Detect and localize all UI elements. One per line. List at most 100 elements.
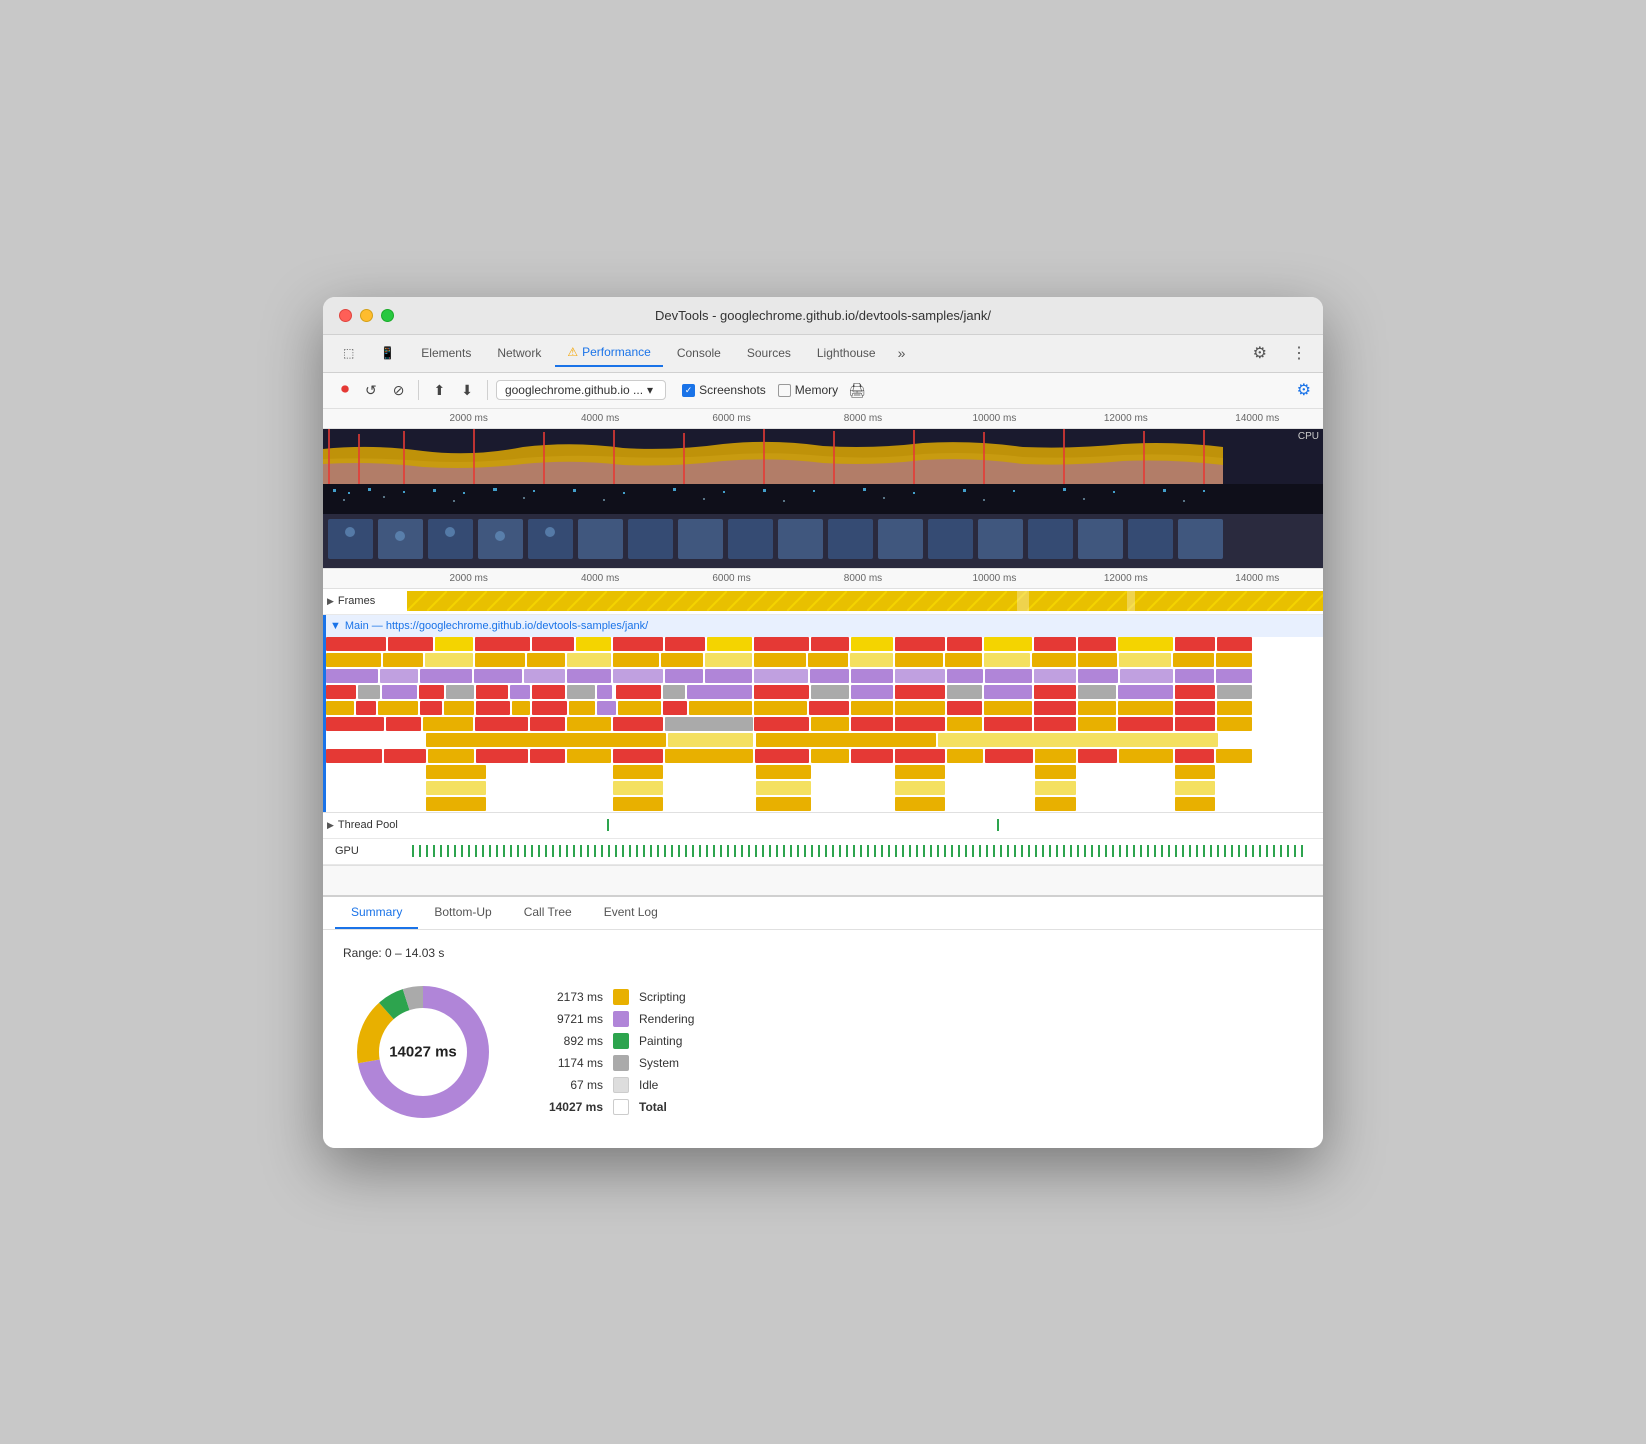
ruler2-14000: 14000 ms: [1192, 573, 1323, 584]
tab-call-tree[interactable]: Call Tree: [508, 897, 588, 929]
cpu-overview-row[interactable]: CPU: [323, 429, 1323, 484]
legend-swatch-system: [613, 1055, 629, 1071]
thread-pool-label: Thread Pool: [338, 819, 398, 831]
frames-label: Frames: [338, 595, 375, 607]
legend-swatch-idle: [613, 1077, 629, 1093]
flame-chart[interactable]: [323, 637, 1323, 812]
legend-label-system: System: [639, 1056, 679, 1070]
tab-right-actions: ⚙ ⋮: [1245, 339, 1315, 367]
tab-device-icon[interactable]: 📱: [368, 340, 407, 366]
cpu-chart-svg: [323, 429, 1323, 484]
thread-pool-svg: [407, 817, 1323, 833]
screenshots-label: Screenshots: [699, 383, 766, 397]
ruler-marks-top: 2000 ms 4000 ms 6000 ms 8000 ms 10000 ms…: [323, 413, 1323, 424]
ruler-mark-10000: 10000 ms: [929, 413, 1060, 424]
legend-ms-painting: 892 ms: [543, 1034, 603, 1048]
donut-chart: 14027 ms: [343, 972, 503, 1132]
window-title: DevTools - googlechrome.github.io/devtoo…: [655, 308, 991, 323]
tab-more-button[interactable]: »: [890, 341, 914, 365]
tab-summary-label: Summary: [351, 905, 402, 919]
clear-button[interactable]: 🖨: [842, 379, 872, 402]
flame-chart-svg: [326, 637, 1323, 812]
divider2: [487, 380, 488, 400]
url-text: googlechrome.github.io ...: [505, 383, 643, 397]
range-display: Range: 0 – 14.03 s: [343, 946, 1303, 960]
legend-row-rendering: 9721 ms Rendering: [543, 1011, 694, 1027]
download-button[interactable]: ⬇: [455, 379, 479, 402]
toolbar-right: ⚙: [1297, 380, 1311, 400]
frames-track-svg: [407, 591, 1323, 611]
tab-lighthouse-label: Lighthouse: [817, 346, 876, 360]
menu-button[interactable]: ⋮: [1283, 339, 1315, 367]
tab-console[interactable]: Console: [665, 340, 733, 366]
ruler-mark-14000: 14000 ms: [1192, 413, 1323, 424]
close-button[interactable]: [339, 309, 352, 322]
tab-event-log[interactable]: Event Log: [588, 897, 674, 929]
ruler-mark-2000: 2000 ms: [403, 413, 534, 424]
timeline-ruler-top: 2000 ms 4000 ms 6000 ms 8000 ms 10000 ms…: [323, 409, 1323, 429]
net-chart-svg: [323, 484, 1323, 514]
stop-button[interactable]: ⊘: [387, 379, 411, 402]
tab-call-tree-label: Call Tree: [524, 905, 572, 919]
ruler2-8000: 8000 ms: [797, 573, 928, 584]
tab-elements[interactable]: Elements: [409, 340, 483, 366]
legend-ms-scripting: 2173 ms: [543, 990, 603, 1004]
gpu-label-container: GPU: [327, 845, 407, 857]
donut-ms-text: 14027 ms: [389, 1043, 457, 1060]
minimize-button[interactable]: [360, 309, 373, 322]
upload-button[interactable]: ⬆: [427, 379, 451, 402]
legend-row-system: 1174 ms System: [543, 1055, 694, 1071]
tab-bottom-up[interactable]: Bottom-Up: [418, 897, 507, 929]
legend-swatch-rendering: [613, 1011, 629, 1027]
title-bar: DevTools - googlechrome.github.io/devtoo…: [323, 297, 1323, 335]
legend-label-scripting: Scripting: [639, 990, 686, 1004]
ruler2-6000: 6000 ms: [666, 573, 797, 584]
tab-sources-label: Sources: [747, 346, 791, 360]
tab-sources[interactable]: Sources: [735, 340, 803, 366]
tab-performance[interactable]: ⚠ Performance: [555, 339, 662, 367]
memory-checkbox-group[interactable]: Memory: [778, 383, 838, 397]
tab-network[interactable]: Network: [485, 340, 553, 366]
legend-row-idle: 67 ms Idle: [543, 1077, 694, 1093]
devtools-window: DevTools - googlechrome.github.io/devtoo…: [323, 297, 1323, 1148]
legend-row-total: 14027 ms Total: [543, 1099, 694, 1115]
frames-track: [407, 591, 1323, 611]
tab-network-label: Network: [497, 346, 541, 360]
toolbar-settings-button[interactable]: ⚙: [1297, 380, 1311, 400]
screenshots-row: [323, 514, 1323, 569]
thread-pool-track: [407, 817, 1323, 833]
settings-icon-button[interactable]: ⚙: [1245, 339, 1275, 367]
refresh-icon: ↺: [365, 382, 377, 398]
screenshots-checkbox[interactable]: ✓: [682, 384, 695, 397]
memory-checkbox[interactable]: [778, 384, 791, 397]
ruler-mark-4000: 4000 ms: [534, 413, 665, 424]
tab-selector-icon[interactable]: ⬚: [331, 340, 366, 366]
gpu-label: GPU: [335, 845, 359, 857]
tab-summary[interactable]: Summary: [335, 897, 418, 929]
timeline-spacer: [323, 865, 1323, 895]
frames-triangle[interactable]: ▶: [327, 596, 334, 607]
main-thread-label: Main — https://googlechrome.github.io/de…: [345, 620, 648, 632]
divider1: [418, 380, 419, 400]
legend-swatch-scripting: [613, 989, 629, 1005]
main-collapse-triangle[interactable]: ▼: [330, 620, 341, 632]
legend-ms-system: 1174 ms: [543, 1056, 603, 1070]
gpu-row: GPU: [323, 839, 1323, 865]
thread-pool-row: ▶ Thread Pool: [323, 813, 1323, 839]
frames-label-container: ▶ Frames: [327, 595, 407, 607]
ruler-mark-12000: 12000 ms: [1060, 413, 1191, 424]
tab-lighthouse[interactable]: Lighthouse: [805, 340, 888, 366]
thread-pool-triangle[interactable]: ▶: [327, 820, 334, 831]
net-overview-row[interactable]: NET: [323, 484, 1323, 514]
tab-performance-label: Performance: [582, 345, 651, 359]
refresh-button[interactable]: ↺: [359, 379, 383, 402]
bottom-panel: Summary Bottom-Up Call Tree Event Log Ra…: [323, 895, 1323, 1148]
url-dropdown[interactable]: googlechrome.github.io ... ▾: [496, 380, 666, 400]
screenshots-checkbox-group[interactable]: ✓ Screenshots: [682, 383, 766, 397]
summary-main: 14027 ms 2173 ms Scripting 9721 ms Rende…: [343, 972, 1303, 1132]
record-button[interactable]: ⏺: [335, 378, 355, 402]
legend-label-painting: Painting: [639, 1034, 682, 1048]
legend-ms-rendering: 9721 ms: [543, 1012, 603, 1026]
cpu-label: CPU: [1298, 431, 1319, 442]
maximize-button[interactable]: [381, 309, 394, 322]
